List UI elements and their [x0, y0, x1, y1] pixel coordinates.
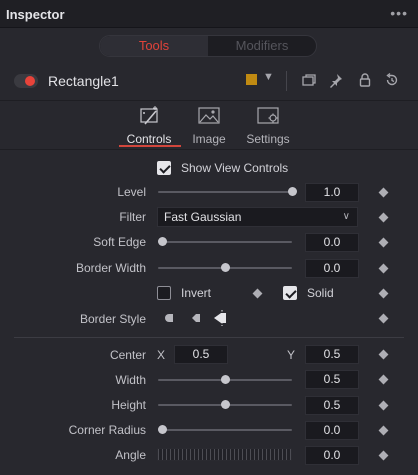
settings-icon [257, 107, 279, 124]
border-bevel-icon[interactable] [189, 311, 203, 325]
level-field[interactable]: 1.0 [305, 183, 359, 202]
soft-edge-label: Soft Edge [93, 235, 146, 249]
center-y-field[interactable]: 0.5 [305, 345, 359, 364]
filter-label: Filter [119, 210, 146, 224]
angle-label: Angle [115, 448, 146, 462]
height-slider[interactable] [158, 400, 292, 409]
inspector-tabs: Controls Image Settings [0, 100, 418, 150]
level-slider[interactable] [158, 187, 297, 196]
chevron-down-icon[interactable]: ▼ [263, 71, 274, 83]
keyframe-icon[interactable] [378, 237, 389, 248]
inspector-title-bar: Inspector ••• [0, 0, 418, 28]
height-field[interactable]: 0.5 [305, 396, 359, 415]
node-name[interactable]: Rectangle1 [48, 73, 119, 89]
toggle-dot [25, 76, 35, 86]
border-style-label: Border Style [79, 312, 146, 326]
active-tab-indicator [119, 145, 181, 147]
soft-edge-field[interactable]: 0.0 [305, 233, 359, 252]
slider-thumb[interactable] [221, 400, 230, 409]
tab-controls[interactable]: Controls [119, 105, 179, 146]
keyframe-icon[interactable] [378, 425, 389, 436]
tab-image[interactable]: Image [179, 105, 239, 146]
angle-field[interactable]: 0.0 [305, 446, 359, 465]
border-width-field[interactable]: 0.0 [305, 259, 359, 278]
show-view-controls-label: Show View Controls [181, 161, 289, 175]
border-width-label: Border Width [75, 261, 146, 275]
center-x-label: X [157, 348, 166, 362]
mode-segmented-control: Tools Modifiers [99, 35, 317, 57]
angle-dial[interactable] [157, 448, 292, 461]
invert-checkbox[interactable] [157, 286, 171, 300]
chevron-down-icon: ∨ [342, 211, 350, 222]
border-width-slider[interactable] [158, 263, 292, 272]
node-enable-toggle[interactable] [14, 74, 38, 88]
pin-icon[interactable] [328, 72, 344, 88]
border-miter-icon[interactable] [212, 309, 230, 327]
corner-radius-field[interactable]: 0.0 [305, 421, 359, 440]
slider-thumb[interactable] [158, 425, 168, 434]
section-divider [14, 337, 404, 338]
keyframe-icon[interactable] [378, 288, 389, 299]
node-color-swatch[interactable] [246, 74, 257, 85]
keyframe-icon[interactable] [378, 374, 389, 385]
solid-label: Solid [307, 286, 334, 300]
keyframe-icon[interactable] [378, 400, 389, 411]
slider-thumb[interactable] [221, 375, 230, 384]
center-x-field[interactable]: 0.5 [174, 345, 228, 364]
corner-radius-label: Corner Radius [68, 423, 146, 437]
center-y-label: Y [287, 348, 296, 362]
tab-label: Controls [126, 132, 172, 146]
tab-tools[interactable]: Tools [100, 36, 208, 56]
soft-edge-slider[interactable] [158, 237, 292, 246]
slider-thumb[interactable] [288, 187, 297, 196]
border-round-icon[interactable] [162, 311, 176, 325]
versions-icon[interactable] [301, 72, 317, 88]
show-view-controls-checkbox[interactable] [157, 161, 171, 175]
keyframe-icon[interactable] [378, 187, 389, 198]
node-header: Rectangle1 ▼ [0, 66, 418, 96]
keyframe-icon[interactable] [378, 263, 389, 274]
level-label: Level [117, 185, 146, 199]
lock-icon[interactable] [357, 72, 373, 88]
center-label: Center [109, 348, 146, 362]
keyframe-icon[interactable] [378, 450, 389, 461]
slider-thumb[interactable] [158, 237, 168, 246]
image-icon [198, 107, 220, 124]
keyframe-icon[interactable] [378, 212, 389, 223]
corner-radius-slider[interactable] [158, 425, 292, 434]
tab-modifiers[interactable]: Modifiers [208, 36, 316, 56]
solid-checkbox[interactable] [283, 286, 297, 300]
reset-icon[interactable] [384, 72, 400, 88]
keyframe-icon[interactable] [378, 349, 389, 360]
panel-title: Inspector [6, 7, 65, 22]
keyframe-icon[interactable] [252, 288, 263, 299]
tab-settings[interactable]: Settings [238, 105, 298, 146]
width-slider[interactable] [158, 375, 292, 384]
invert-label: Invert [181, 286, 212, 300]
filter-value: Fast Gaussian [164, 210, 242, 224]
magic-wand-icon [140, 106, 158, 125]
more-dots-icon[interactable]: ••• [390, 5, 408, 21]
divider [286, 71, 287, 91]
width-label: Width [115, 373, 146, 387]
slider-thumb[interactable] [221, 263, 230, 272]
filter-dropdown[interactable]: Fast Gaussian ∨ [157, 207, 358, 227]
height-label: Height [111, 398, 146, 412]
width-field[interactable]: 0.5 [305, 370, 359, 389]
tab-label: Settings [246, 132, 290, 146]
tab-label: Image [192, 132, 226, 146]
keyframe-icon[interactable] [378, 313, 389, 324]
